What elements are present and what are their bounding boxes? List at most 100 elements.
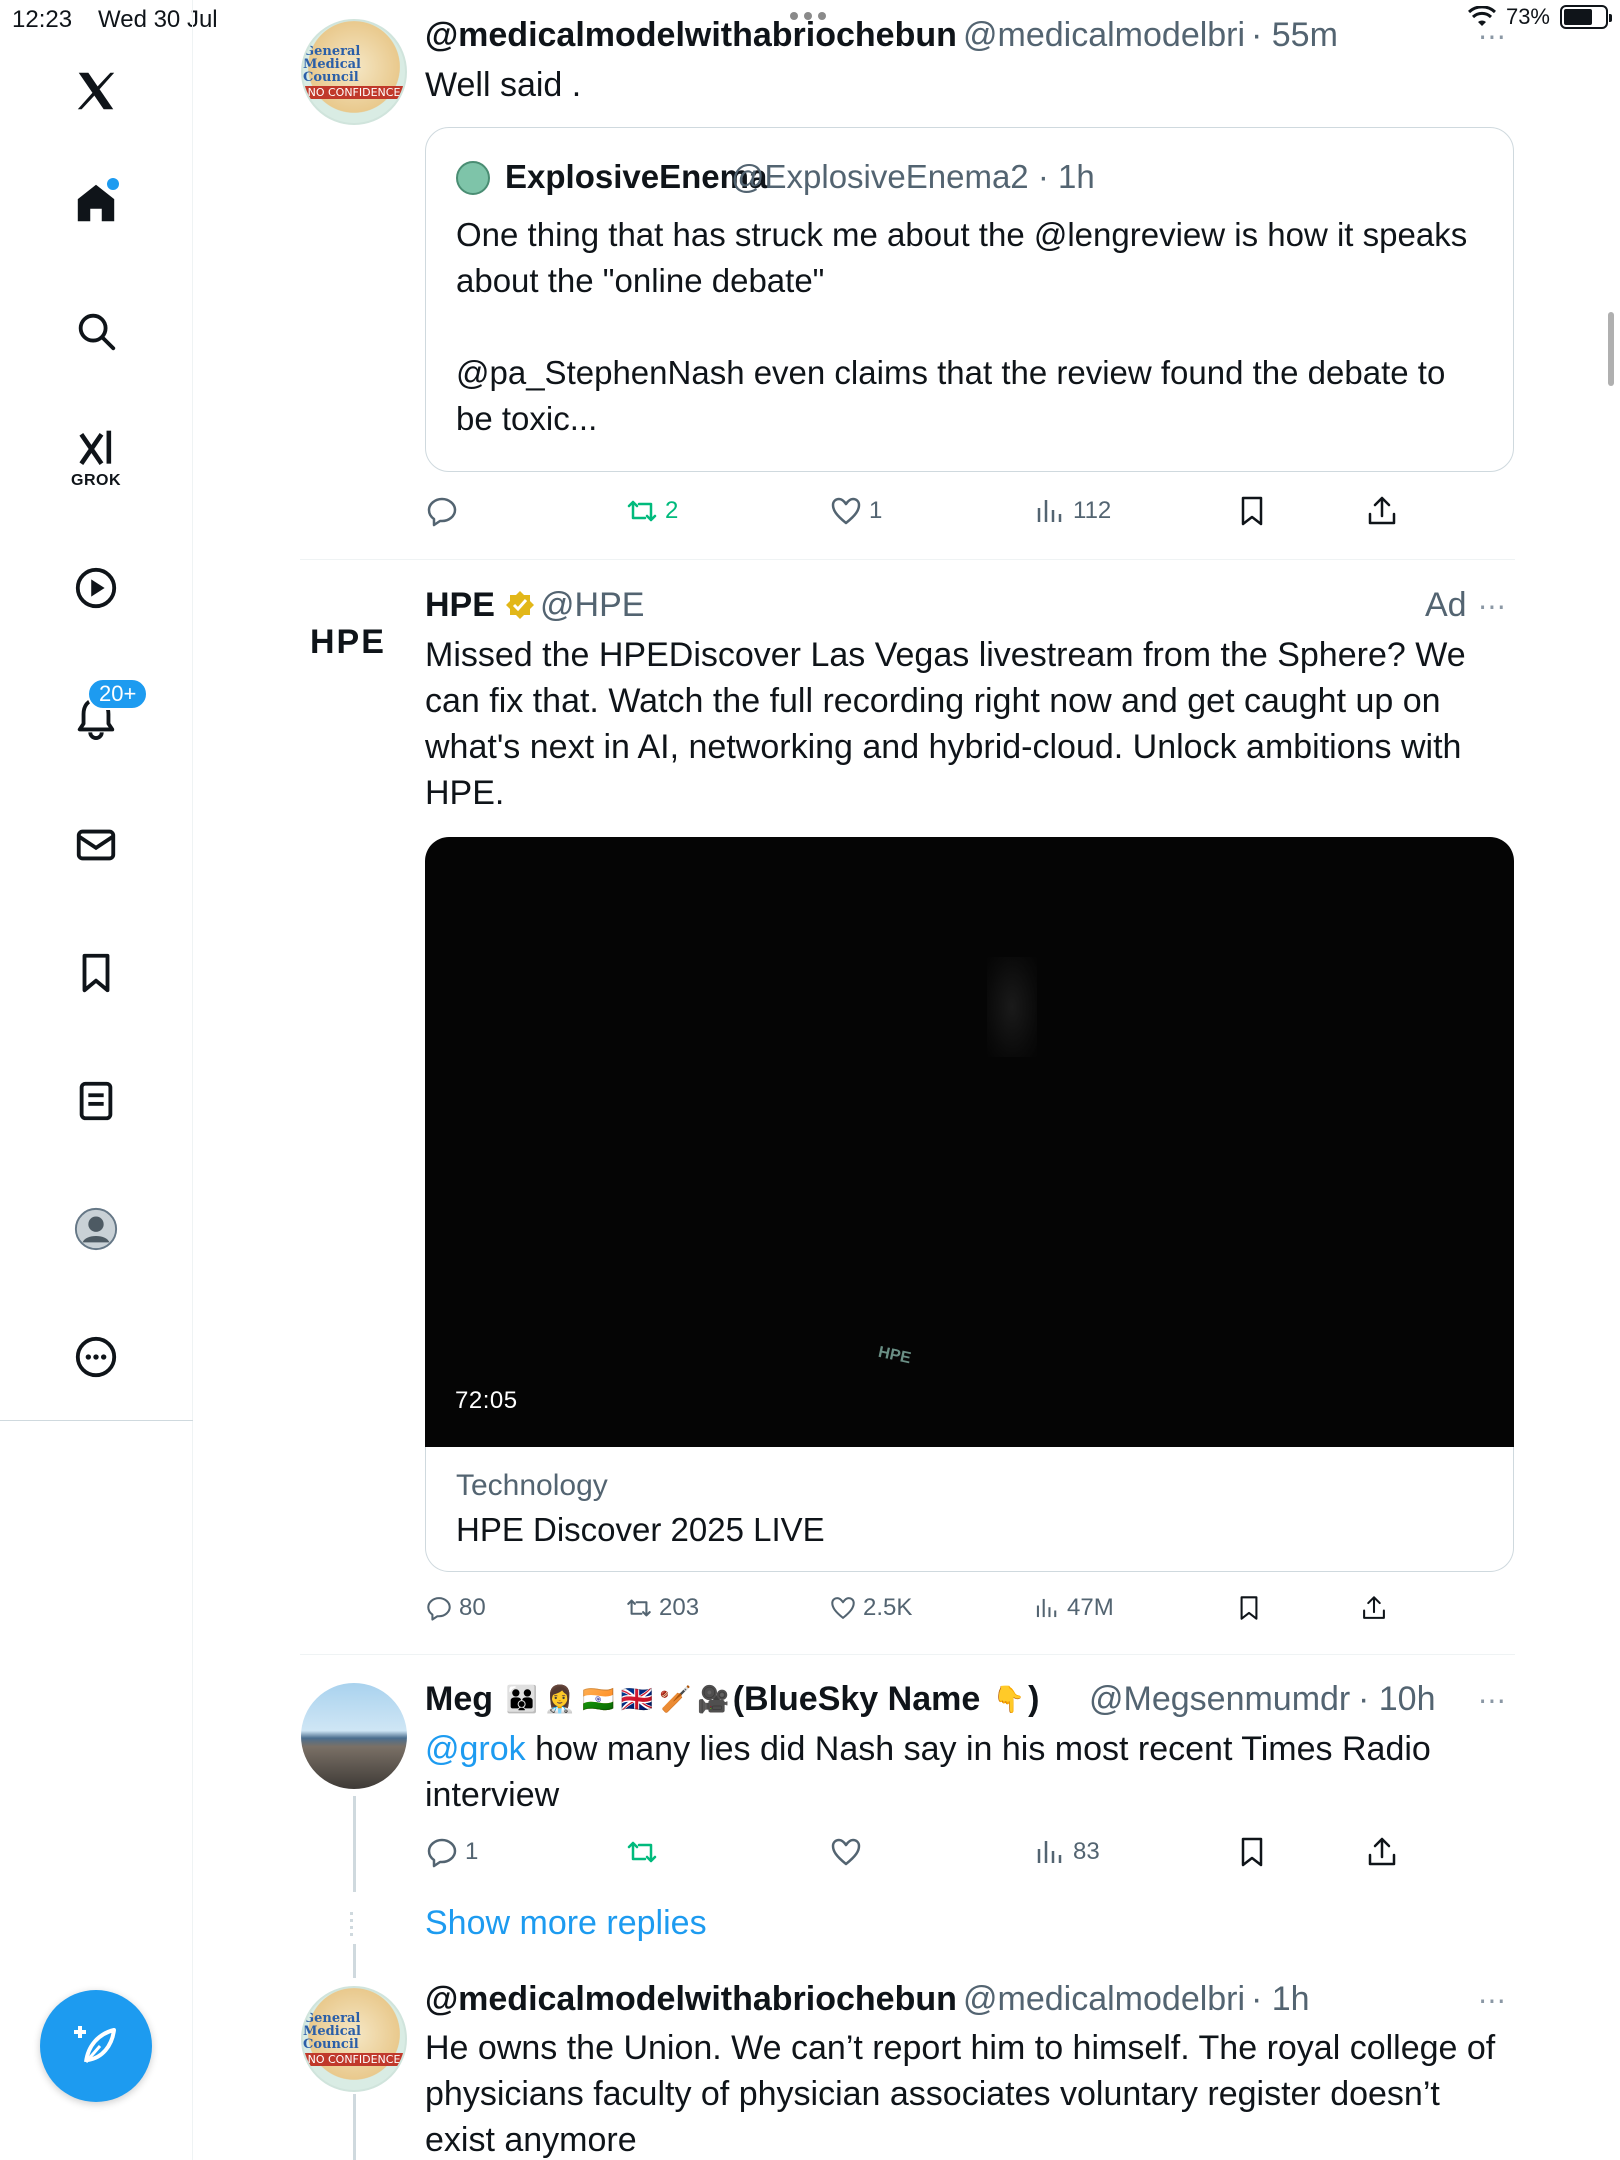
more-icon[interactable] [65, 1326, 127, 1388]
view-count: 83 [1073, 1838, 1100, 1865]
heart-icon [831, 497, 861, 525]
avatar[interactable]: General Medical Council NO CONFIDENCE [301, 1986, 407, 2092]
reply-button[interactable] [425, 494, 465, 528]
more-options-icon[interactable]: ⋯ [1478, 590, 1507, 623]
avatar[interactable] [301, 1683, 407, 1789]
views-button[interactable]: 112 [1033, 494, 1111, 528]
repost-count: 2 [665, 497, 679, 524]
video-card-meta[interactable]: Technology HPE Discover 2025 LIVE [425, 1447, 1514, 1572]
bookmark-icon[interactable] [65, 942, 127, 1004]
search-icon[interactable] [65, 300, 127, 362]
avatar-label-no-confidence: NO CONFIDENCE [303, 86, 405, 99]
bookmark-button[interactable] [1235, 1594, 1263, 1622]
tweet-divider [300, 559, 1515, 560]
video-category: Technology [456, 1469, 608, 1502]
bell-icon[interactable]: 20+ [65, 678, 149, 748]
reply-icon [427, 497, 457, 527]
author-name[interactable]: Meg 👪 👩‍⚕ 🇮🇳 🇬🇧 🏏 🎥(BlueSky Name 👇) [425, 1680, 1039, 1719]
author-name-end: ) [1028, 1680, 1040, 1718]
bookmark-button[interactable] [1235, 1835, 1269, 1869]
hpe-logo[interactable]: HPE [310, 623, 386, 662]
tweet-time[interactable]: · 55m [1251, 16, 1338, 55]
reply-button[interactable]: 1 [425, 1835, 478, 1869]
avatar-label-gmc: General Medical Council [303, 44, 361, 85]
profile-icon[interactable] [65, 1198, 127, 1260]
author-handle[interactable]: @Megsenmumdr [1089, 1680, 1350, 1719]
thread-line [353, 1796, 356, 1892]
tweet-time[interactable]: · 1h [1251, 1980, 1310, 2019]
video-watermark: HPE [876, 1343, 913, 1368]
grok-icon[interactable]: GROK [65, 418, 127, 489]
quote-text: One thing that has struck me about the @… [456, 212, 1486, 442]
show-more-replies-link[interactable]: Show more replies [425, 1904, 707, 1943]
view-count: 47M [1067, 1594, 1114, 1621]
like-button[interactable]: 2.5K [829, 1594, 912, 1622]
views-button[interactable]: 83 [1033, 1835, 1100, 1869]
share-icon [1368, 496, 1396, 525]
pointing-down-icon: 👇 [992, 1684, 1026, 1714]
video-icon[interactable] [65, 557, 127, 619]
battery-percent: 73% [1505, 4, 1550, 29]
compose-button[interactable] [40, 1990, 152, 2102]
share-button[interactable] [1360, 1594, 1388, 1622]
like-button[interactable] [829, 1835, 869, 1869]
bookmark-button[interactable] [1235, 494, 1269, 528]
more-options-icon[interactable]: ⋯ [1478, 1984, 1507, 2017]
more-options-icon[interactable]: ⋯ [1478, 20, 1507, 53]
tweet-text: Well said . [425, 66, 582, 104]
author-name[interactable]: HPE [425, 586, 536, 625]
author-handle[interactable]: @medicalmodelbri [963, 1980, 1245, 2019]
author-name[interactable]: @medicalmodelwithabriochebun [425, 16, 957, 55]
bookmark-icon [1241, 496, 1263, 526]
tweet-actions: 80 203 2.5K 47M [425, 1594, 1525, 1634]
lists-icon[interactable] [65, 1070, 127, 1132]
thread-dots [350, 1912, 353, 1936]
quote-avatar[interactable] [456, 161, 490, 195]
mention-link[interactable]: @grok [425, 1730, 526, 1768]
quote-tweet-card[interactable]: ExplosiveEnema @ExplosiveEnema2 · 1h One… [425, 127, 1514, 472]
thread-line [353, 2094, 356, 2160]
views-icon [1037, 500, 1062, 522]
author-handle[interactable]: @medicalmodelbri [963, 16, 1245, 55]
video-frame-figure [987, 957, 1037, 1057]
views-icon [1037, 1841, 1062, 1863]
quote-author-handle[interactable]: @ExplosiveEnema2 · 1h [731, 158, 1095, 196]
bookmark-icon [1240, 1596, 1258, 1620]
ad-label: Ad [1425, 586, 1467, 624]
author-name[interactable]: @medicalmodelwithabriochebun [425, 1980, 957, 2019]
repost-icon [627, 1841, 657, 1863]
repost-button[interactable]: 2 [625, 494, 678, 528]
views-button[interactable]: 47M [1033, 1594, 1114, 1622]
mail-icon[interactable] [65, 814, 127, 876]
bookmark-icon [1241, 1837, 1263, 1867]
reply-icon [427, 1838, 457, 1868]
cricket-icon: 🏏 [658, 1684, 692, 1714]
tweet-time[interactable]: · 10h [1358, 1680, 1436, 1719]
tweet-text: Missed the HPEDiscover Las Vegas livestr… [425, 636, 1466, 812]
repost-button[interactable]: 203 [625, 1594, 699, 1622]
repost-button[interactable] [625, 1835, 665, 1869]
x-logo-icon[interactable] [65, 60, 127, 122]
author-name-text: HPE [425, 586, 495, 624]
share-icon [1363, 1596, 1385, 1619]
heart-icon [831, 1597, 855, 1619]
like-button[interactable]: 1 [829, 494, 882, 528]
video-player[interactable]: HPE 72:05 [425, 837, 1514, 1447]
avatar-label-no-confidence: NO CONFIDENCE [303, 2053, 405, 2066]
avatar[interactable]: General Medical Council NO CONFIDENCE [301, 19, 407, 125]
home-icon[interactable] [65, 172, 127, 234]
grok-label: GROK [71, 472, 121, 489]
heart-icon [831, 1838, 861, 1866]
scrollbar-thumb[interactable] [1608, 312, 1614, 386]
uk-flag-icon: 🇬🇧 [620, 1684, 653, 1714]
view-count: 112 [1073, 497, 1112, 524]
share-button[interactable] [1365, 1835, 1399, 1869]
repost-icon [627, 1599, 651, 1617]
more-options-icon[interactable]: ⋯ [1478, 1684, 1507, 1717]
share-button[interactable] [1365, 494, 1399, 528]
reply-button[interactable]: 80 [425, 1594, 486, 1622]
tweet-divider [300, 1654, 1515, 1655]
notifications-badge: 20+ [87, 678, 149, 710]
author-handle[interactable]: @HPE [540, 586, 644, 625]
quote-author-name[interactable]: ExplosiveEnema [505, 158, 767, 196]
